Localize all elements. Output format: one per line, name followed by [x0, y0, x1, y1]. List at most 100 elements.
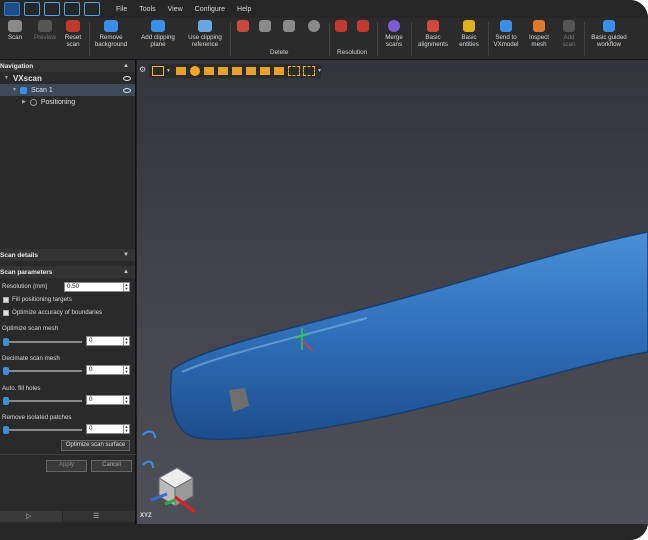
- inspect-mesh-button[interactable]: Inspect mesh: [525, 20, 553, 48]
- slider-handle[interactable]: [3, 338, 9, 346]
- spinner-icon[interactable]: ▲ ▼: [123, 366, 129, 374]
- spinner-icon[interactable]: ▲ ▼: [123, 283, 129, 291]
- use-clipping-reference-button[interactable]: Use clipping reference: [183, 20, 227, 48]
- tab-tree-view[interactable]: ▷: [0, 511, 62, 522]
- brush-icon: [237, 20, 249, 32]
- new-file-icon[interactable]: [24, 2, 40, 16]
- save-icon[interactable]: [44, 2, 60, 16]
- reset-icon: [66, 20, 80, 32]
- decimate-label: Decimate scan mesh: [2, 355, 60, 362]
- delete-isolated-tool[interactable]: [305, 20, 323, 34]
- expand-icon[interactable]: ▶: [22, 99, 26, 105]
- slider-handle[interactable]: [3, 397, 9, 405]
- scan-details-header[interactable]: Scan details ▼: [0, 249, 135, 261]
- open-file-icon[interactable]: [64, 2, 80, 16]
- optimize-mesh-input[interactable]: 0 ▲ ▼: [86, 336, 130, 346]
- cancel-button[interactable]: Cancel: [91, 460, 132, 472]
- copy-icon[interactable]: [84, 2, 100, 16]
- toolbar-separator: [411, 22, 412, 56]
- tab-list-view[interactable]: ☰: [63, 511, 135, 522]
- optimize-scan-surface-button[interactable]: Optimize scan surface: [61, 440, 130, 451]
- scanner-icon: [8, 20, 22, 32]
- fill-positioning-targets-label: Fill positioning targets: [12, 296, 72, 303]
- reset-scan-button[interactable]: Reset scan: [60, 20, 86, 48]
- app-window: File Tools View Configure Help Scan Prev…: [0, 0, 648, 540]
- collapse-icon[interactable]: ▲: [123, 269, 129, 275]
- inspect-mesh-icon: [533, 20, 545, 32]
- navigation-header: Navigation ▲: [0, 60, 135, 72]
- triangle-mesh-icon: [335, 20, 347, 32]
- vxmodel-icon: [500, 20, 512, 32]
- decimate-input[interactable]: 0 ▲ ▼: [86, 365, 130, 375]
- basic-alignments-button[interactable]: Basic alignments: [415, 20, 451, 48]
- delete-selection-tool[interactable]: [234, 20, 252, 34]
- slider-handle[interactable]: [3, 426, 9, 434]
- resolution-decrease-button[interactable]: [333, 20, 349, 34]
- expand-icon[interactable]: ▼: [4, 75, 9, 81]
- delete-lasso-tool[interactable]: [256, 20, 274, 34]
- menu-tools[interactable]: Tools: [139, 6, 155, 13]
- spinner-icon[interactable]: ▲ ▼: [123, 425, 129, 433]
- remove-patches-input[interactable]: 0 ▲ ▼: [86, 424, 130, 434]
- eye-icon[interactable]: [123, 75, 131, 81]
- slider-handle[interactable]: [3, 367, 9, 375]
- scan-parameters-header[interactable]: Scan parameters ▲: [0, 266, 135, 278]
- remove-patches-label: Remove isolated patches: [2, 414, 72, 421]
- fill-holes-slider[interactable]: [4, 400, 82, 402]
- toolbar-separator: [584, 22, 585, 56]
- clipping-plane-icon: [151, 20, 165, 32]
- fill-holes-input[interactable]: 0 ▲ ▼: [86, 395, 130, 405]
- expand-icon[interactable]: ▼: [123, 252, 129, 258]
- rotate-view-icon[interactable]: [142, 430, 156, 439]
- merge-scans-button[interactable]: Merge scans: [381, 20, 407, 48]
- delete-patch-tool[interactable]: [280, 20, 298, 34]
- eye-icon[interactable]: [123, 87, 131, 93]
- scan-button[interactable]: Scan: [2, 20, 28, 41]
- remove-patches-slider[interactable]: [4, 429, 82, 431]
- workflow-icon: [603, 20, 615, 32]
- resolution-input[interactable]: 0.50 ▲ ▼: [64, 282, 130, 292]
- send-to-vxmodel-button[interactable]: Send to VXmodel: [491, 20, 521, 48]
- toolbar-separator: [89, 22, 90, 56]
- basic-entities-button[interactable]: Basic entities: [454, 20, 484, 48]
- menu-help[interactable]: Help: [237, 6, 251, 13]
- optimize-mesh-label: Optimize scan mesh: [2, 325, 59, 332]
- menu-file[interactable]: File: [116, 6, 127, 13]
- spinner-icon[interactable]: ▲ ▼: [123, 396, 129, 404]
- spinner-icon[interactable]: ▲ ▼: [123, 337, 129, 345]
- sphere-icon: [308, 20, 320, 32]
- add-scan-button[interactable]: Add scan: [557, 20, 581, 48]
- menu-bar: File Tools View Configure Help: [0, 0, 648, 18]
- toolbar-separator: [329, 22, 330, 56]
- divider: [0, 454, 136, 455]
- optimize-mesh-slider[interactable]: [4, 341, 82, 343]
- tree-item-scan-1[interactable]: ▼ Scan 1: [0, 84, 135, 96]
- add-scan-icon: [563, 20, 575, 32]
- clipping-reference-icon: [198, 20, 212, 32]
- reset-orientation-icon[interactable]: [142, 460, 154, 469]
- expand-icon[interactable]: ▼: [12, 87, 17, 93]
- preview-button[interactable]: Preview: [32, 20, 58, 41]
- resolution-increase-button[interactable]: [355, 20, 371, 34]
- orientation-cube[interactable]: [150, 467, 196, 514]
- scan-icon: [19, 86, 27, 94]
- alignment-axes-icon: [427, 20, 439, 32]
- basic-guided-workflow-button[interactable]: Basic guided workflow: [586, 20, 632, 48]
- optimize-accuracy-checkbox[interactable]: [3, 310, 9, 316]
- fill-positioning-targets-checkbox[interactable]: [3, 297, 9, 303]
- collapse-icon[interactable]: ▲: [123, 63, 129, 69]
- resolution-label: Resolution (mm): [2, 283, 48, 290]
- decimate-slider[interactable]: [4, 370, 82, 372]
- add-clipping-plane-button[interactable]: Add clipping plane: [136, 20, 180, 48]
- patch-icon: [283, 20, 295, 32]
- scan-mesh-render[interactable]: [137, 60, 648, 524]
- apply-button[interactable]: Apply: [46, 460, 87, 472]
- menu-view[interactable]: View: [168, 6, 183, 13]
- 3d-viewport[interactable]: ⚙ ▼ ▼ XYZ: [137, 60, 648, 524]
- menu-configure[interactable]: Configure: [195, 6, 225, 13]
- list-icon: ☰: [93, 513, 100, 520]
- tree-item-positioning[interactable]: ▶ Positioning: [0, 96, 135, 108]
- tree-root-vxscan[interactable]: ▼ VXscan: [0, 72, 135, 84]
- status-bar: [0, 524, 648, 540]
- remove-background-button[interactable]: Remove background: [92, 20, 130, 48]
